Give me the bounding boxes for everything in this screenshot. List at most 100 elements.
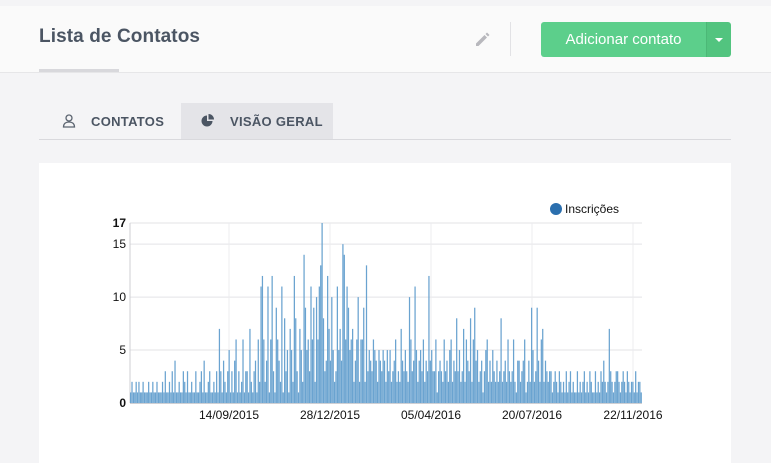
x-tick-label: 20/07/2016 <box>502 408 562 422</box>
chart-bar <box>271 275 273 403</box>
chart-bar <box>589 371 591 403</box>
chart-bar <box>292 381 294 403</box>
chart-bar <box>403 371 405 403</box>
chart-bar <box>411 371 413 403</box>
chart-bar <box>614 381 616 403</box>
chart-bar <box>551 392 554 403</box>
chart-bar <box>637 381 640 403</box>
pencil-icon[interactable] <box>473 29 493 49</box>
subscriptions-chart: 0 5 10 15 17 14/09/2015 28/12/2015 05/04/2016 20… <box>113 202 663 422</box>
chart-card: 0 5 10 15 17 14/09/2015 28/12/2015 05/04/2016 20… <box>39 163 731 463</box>
chart-bar <box>532 350 534 403</box>
chart-bar <box>410 339 412 403</box>
chart-bar <box>243 392 246 403</box>
chart-bar <box>347 307 350 403</box>
chart-bar <box>453 360 455 403</box>
chart-bar <box>221 392 223 403</box>
chart-bar <box>456 318 458 403</box>
chart-bar <box>586 381 588 403</box>
chart-bar <box>621 381 623 403</box>
chart-bar <box>493 371 495 403</box>
chart-bar <box>526 381 529 403</box>
tab-bar: CONTATOS VISÃO GERAL <box>39 103 731 140</box>
chart-bar <box>417 381 419 403</box>
chart-bar <box>479 371 481 403</box>
chart-bar <box>554 371 556 403</box>
chart-bar <box>367 371 369 403</box>
chart-bar <box>182 371 184 403</box>
chart-bar <box>289 328 291 403</box>
chart-bar <box>354 360 357 403</box>
chart-bar <box>284 318 286 403</box>
chart-bar <box>504 360 506 403</box>
chart-bar <box>625 392 627 403</box>
chart-bar <box>639 381 641 403</box>
chart-bar <box>612 392 615 403</box>
chart-bar <box>475 360 477 403</box>
chart-bar <box>131 381 133 403</box>
chart-bar <box>142 381 144 403</box>
chart-bar <box>257 339 259 403</box>
pie-chart-icon <box>200 113 216 129</box>
chart-bar <box>521 371 523 403</box>
chart-bar <box>426 371 429 403</box>
chart-bar <box>313 307 315 403</box>
chart-bar <box>134 392 136 403</box>
chart-bar <box>272 371 275 403</box>
chart-bar <box>349 350 351 403</box>
chart-bar <box>249 328 251 403</box>
chart-bar <box>170 392 172 403</box>
chart-bar <box>286 350 289 403</box>
chart-bar <box>225 392 227 403</box>
y-tick-label: 10 <box>113 290 127 304</box>
chart-bar <box>558 371 560 403</box>
chart-bar <box>590 381 592 403</box>
chart-bar <box>275 307 277 403</box>
chart-bar <box>443 339 445 403</box>
chart-bar <box>263 339 265 403</box>
chart-bar <box>306 350 308 403</box>
add-contact-button-label: Adicionar contato <box>565 31 682 48</box>
chart-bar <box>196 392 198 403</box>
chart-bar <box>168 381 171 403</box>
legend-label: Inscrições <box>565 202 619 216</box>
chart-bar <box>161 381 164 403</box>
chart-bar <box>415 350 418 403</box>
chart-bar <box>392 371 394 403</box>
chart-bar <box>300 350 302 403</box>
chart-bar <box>396 381 398 403</box>
y-tick-label: 15 <box>113 237 127 251</box>
chart-bar <box>282 392 284 403</box>
chart-bar <box>510 381 512 403</box>
chart-bar <box>342 244 344 403</box>
chart-bar <box>440 371 443 403</box>
chart-bar <box>483 371 486 403</box>
chart-bar <box>529 381 531 403</box>
chart-bar <box>311 339 314 403</box>
chart-bar <box>321 223 323 403</box>
chart-bar <box>335 371 337 403</box>
chart-bar <box>260 286 262 403</box>
chart-bar <box>358 381 361 403</box>
add-contact-button[interactable]: Adicionar contato <box>541 22 706 57</box>
add-contact-dropdown-button[interactable] <box>706 22 731 57</box>
chart-bar <box>149 392 151 403</box>
tab-visao-geral[interactable]: VISÃO GERAL <box>181 103 333 139</box>
chart-bar <box>163 392 165 403</box>
chart-bar <box>501 381 504 403</box>
chart-bar <box>324 371 326 403</box>
chart-bar <box>442 381 444 403</box>
chart-bar <box>428 275 430 403</box>
tab-contatos[interactable]: CONTATOS <box>39 103 181 139</box>
chart-bar <box>512 339 515 403</box>
chart-bar <box>596 392 598 403</box>
chart-bar <box>214 392 216 403</box>
x-tick-label: 05/04/2016 <box>401 408 461 422</box>
chart-bar <box>333 381 336 403</box>
chart-bar <box>432 371 434 403</box>
chart-bar <box>250 381 252 403</box>
chart-bar <box>130 392 132 403</box>
chart-bar <box>361 339 363 403</box>
chart-bar <box>497 381 499 403</box>
chart-bar <box>476 350 479 403</box>
